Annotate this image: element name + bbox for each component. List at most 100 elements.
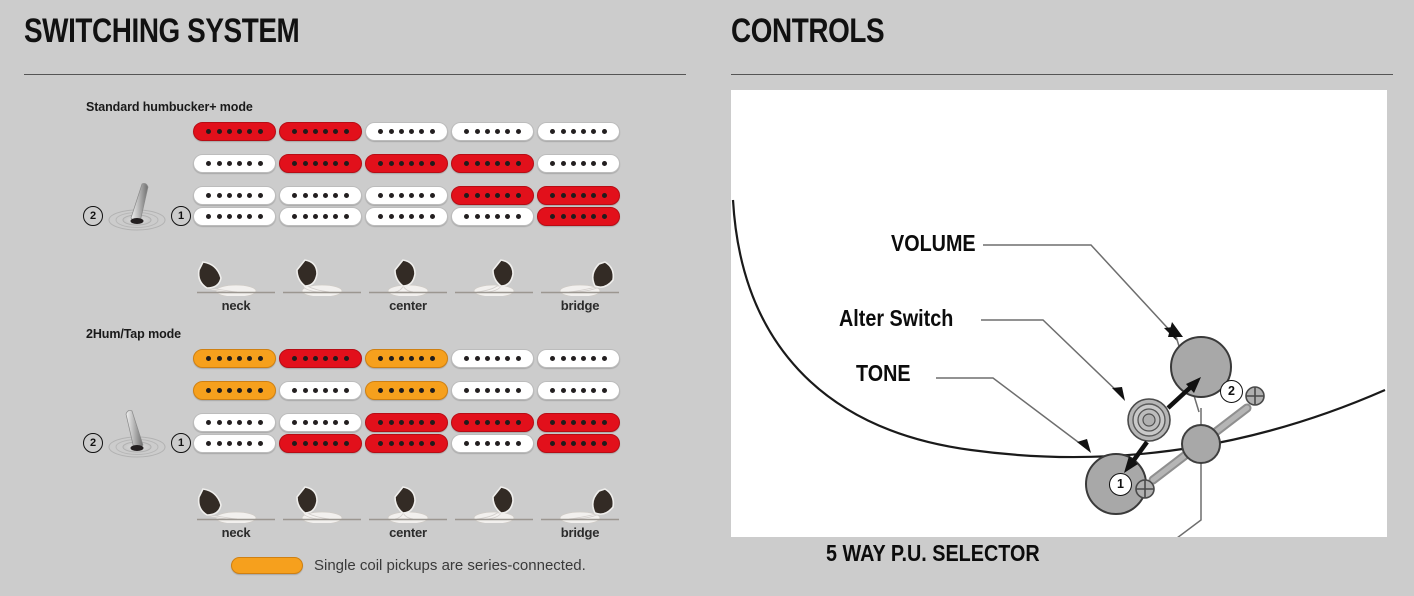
- pickup-pole: [474, 193, 480, 198]
- bridge-pickup-bottom-coil: [451, 207, 534, 226]
- pickup-pole: [601, 420, 607, 425]
- pickup-pole: [474, 420, 480, 425]
- pickup-pole: [484, 193, 490, 198]
- selector-position-cell[interactable]: [279, 485, 365, 541]
- pickup-pole: [292, 193, 298, 198]
- selector-blade-icon: [541, 261, 619, 296]
- pickup-pole: [474, 129, 480, 134]
- pickup-pole: [474, 214, 480, 219]
- pickup-pole: [343, 214, 349, 219]
- selector-position-label: [279, 298, 365, 314]
- pickup-pole: [601, 388, 607, 393]
- pickup-pole: [464, 161, 470, 166]
- pickup-pole: [398, 193, 404, 198]
- neck-pickup: [193, 349, 276, 368]
- pickup-pole: [581, 129, 587, 134]
- selector-position-cell[interactable]: bridge: [537, 485, 623, 541]
- volume-label: VOLUME: [891, 230, 976, 256]
- alter-position-1-badge: 1: [1109, 473, 1132, 496]
- selector-position-label: bridge: [560, 298, 600, 313]
- pickup-pole: [226, 356, 232, 361]
- bridge-pickup-top-coil: [279, 186, 362, 205]
- neck-pickup-slot: [365, 122, 451, 154]
- bridge-pickup-top-coil: [365, 186, 448, 205]
- alter-toggle-switch-standard[interactable]: 2 1: [82, 182, 191, 242]
- pickup-pole: [378, 356, 384, 361]
- bridge-humbucker-slot: [537, 186, 623, 226]
- pickup-pole: [429, 420, 435, 425]
- pickup-pole: [323, 388, 329, 393]
- selector-position-label: [279, 525, 365, 541]
- selector-position-cell[interactable]: [451, 258, 537, 314]
- pickup-pole: [388, 356, 394, 361]
- pickup-pole: [398, 388, 404, 393]
- pickup-pole: [429, 129, 435, 134]
- legend-text: Single coil pickups are series-connected…: [314, 557, 586, 574]
- mode-label: Standard humbucker+ mode: [86, 100, 253, 114]
- pickup-pole: [474, 356, 480, 361]
- pickup-pole: [560, 356, 566, 361]
- pickup-pole: [343, 441, 349, 446]
- neck-pickup-slot: [365, 349, 451, 381]
- alter-toggle-switch-2hum[interactable]: 2 1: [82, 409, 191, 469]
- guitar-body-diagram: [731, 199, 1386, 537]
- pickup-pole: [323, 161, 329, 166]
- pickup-pole: [560, 214, 566, 219]
- pickup-column: [279, 349, 365, 453]
- pickup-pole: [312, 441, 318, 446]
- pickup-pole: [216, 193, 222, 198]
- neck-pickup-slot: [279, 122, 365, 154]
- pickup-pole: [581, 420, 587, 425]
- middle-pickup: [365, 381, 448, 400]
- pickup-pole: [312, 388, 318, 393]
- pickup-pole: [505, 214, 511, 219]
- pickup-pole: [409, 161, 415, 166]
- pickup-pole: [247, 193, 253, 198]
- middle-pickup-slot: [537, 381, 623, 413]
- pickup-pole: [388, 420, 394, 425]
- selector-position-cell[interactable]: [451, 485, 537, 541]
- toggle-position-2-label: 2: [83, 206, 103, 226]
- pickup-pole: [206, 388, 212, 393]
- pickup-pole: [419, 388, 425, 393]
- pickup-pole: [226, 161, 232, 166]
- selector-position-label: [451, 298, 537, 314]
- selector-position-cell[interactable]: center: [365, 258, 451, 314]
- pickup-pole: [464, 441, 470, 446]
- pickup-column: [193, 349, 279, 453]
- bridge-humbucker-slot: [193, 413, 279, 453]
- neck-pickup: [451, 122, 534, 141]
- pickup-pole: [505, 193, 511, 198]
- bridge-pickup-top-coil: [193, 186, 276, 205]
- tone-arrowhead: [1077, 439, 1091, 453]
- pickup-pole: [237, 193, 243, 198]
- pickup-pole: [343, 388, 349, 393]
- neck-pickup: [279, 122, 362, 141]
- switching-system-panel: SWITCHING SYSTEM Standard humbucker+ mod…: [0, 0, 707, 596]
- mode-label: 2Hum/Tap mode: [86, 327, 182, 341]
- pickup-pole: [292, 214, 298, 219]
- pickup-pole: [484, 356, 490, 361]
- selector-screw-upper: [1245, 386, 1265, 406]
- selector-position-cell[interactable]: [279, 258, 365, 314]
- bridge-humbucker-slot: [365, 413, 451, 453]
- pickup-pole: [333, 161, 339, 166]
- pickup-pole: [484, 441, 490, 446]
- selector-position-cell[interactable]: neck: [193, 258, 279, 314]
- selector-position-cell[interactable]: center: [365, 485, 451, 541]
- pickup-pole: [323, 420, 329, 425]
- pickup-pole: [312, 214, 318, 219]
- alter-switch-arrowhead: [1112, 387, 1125, 401]
- pickup-pole: [237, 129, 243, 134]
- neck-pickup: [365, 349, 448, 368]
- selector-position-cell[interactable]: bridge: [537, 258, 623, 314]
- pickup-pole: [570, 356, 576, 361]
- selector-screw-lower: [1135, 479, 1155, 499]
- pickup-pole: [206, 193, 212, 198]
- selector-arrowhead: [1168, 322, 1183, 337]
- selector-position-cell[interactable]: neck: [193, 485, 279, 541]
- pickup-pole: [302, 161, 308, 166]
- middle-pickup-slot: [193, 381, 279, 413]
- pickup-pole: [601, 441, 607, 446]
- neck-pickup: [365, 122, 448, 141]
